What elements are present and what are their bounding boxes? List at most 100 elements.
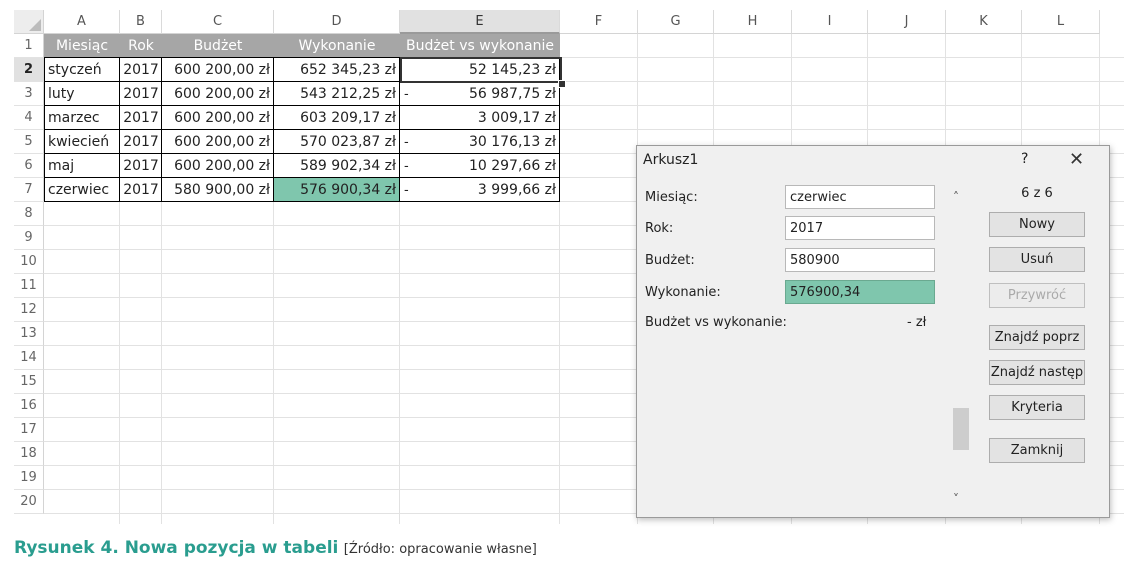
cell-e3[interactable]: - 56 987,75 zł <box>400 82 560 106</box>
cell-d3[interactable]: 543 212,25 zł <box>274 82 400 106</box>
row-header-19[interactable]: 19 <box>14 466 44 490</box>
cell-c4[interactable]: 600 200,00 zł <box>162 106 274 130</box>
calculated-field-value: - zł <box>907 315 927 330</box>
row-header-7[interactable]: 7 <box>14 178 44 202</box>
row-header-10[interactable]: 10 <box>14 250 44 274</box>
row-header-3[interactable]: 3 <box>14 82 44 106</box>
field-label-budzet: Budżet: <box>645 253 695 268</box>
table-border <box>44 57 45 202</box>
negative-sign: - <box>404 182 409 198</box>
delete-button[interactable]: Usuń <box>989 247 1085 272</box>
field-input-wykonanie[interactable]: 576900,34 <box>785 280 935 304</box>
table-border <box>44 201 560 202</box>
cell-c1[interactable]: Budżet <box>162 34 274 58</box>
dialog-title: Arkusz1 <box>643 152 699 168</box>
cell-d6[interactable]: 589 902,34 zł <box>274 154 400 178</box>
cell-a4[interactable]: marzec <box>44 106 120 130</box>
column-header-h[interactable]: H <box>714 10 792 34</box>
cell-a2[interactable]: styczeń <box>44 58 120 82</box>
cell-d5[interactable]: 570 023,87 zł <box>274 130 400 154</box>
help-icon[interactable]: ? <box>1021 151 1028 167</box>
cell-e4-value: 3 009,17 zł <box>477 110 556 126</box>
column-header-a[interactable]: A <box>44 10 120 34</box>
cell-c3[interactable]: 600 200,00 zł <box>162 82 274 106</box>
caption-source: [Źródło: opracowanie własne] <box>343 542 537 557</box>
fill-handle[interactable] <box>558 80 566 88</box>
cell-b7[interactable]: 2017 <box>120 178 162 202</box>
cell-d1[interactable]: Wykonanie <box>274 34 400 58</box>
cell-c7[interactable]: 580 900,00 zł <box>162 178 274 202</box>
row-header-13[interactable]: 13 <box>14 322 44 346</box>
row-header-1[interactable]: 1 <box>14 34 44 58</box>
cell-e7[interactable]: - 3 999,66 zł <box>400 178 560 202</box>
cell-d2[interactable]: 652 345,23 zł <box>274 58 400 82</box>
cell-e4[interactable]: 3 009,17 zł <box>400 106 560 130</box>
row-header-8[interactable]: 8 <box>14 202 44 226</box>
field-label-rok: Rok: <box>645 221 674 236</box>
field-input-miesiac[interactable]: czerwiec <box>785 185 935 209</box>
cell-b4[interactable]: 2017 <box>120 106 162 130</box>
row-header-16[interactable]: 16 <box>14 394 44 418</box>
scrollbar-thumb[interactable] <box>953 408 969 450</box>
cell-a6[interactable]: maj <box>44 154 120 178</box>
restore-button[interactable]: Przywróć <box>989 283 1085 308</box>
row-header-9[interactable]: 9 <box>14 226 44 250</box>
caption-title: Rysunek 4. Nowa pozycja w tabeli <box>14 538 339 558</box>
cell-e3-value: 56 987,75 zł <box>468 86 556 102</box>
figure-caption: Rysunek 4. Nowa pozycja w tabeli [Źródło… <box>14 538 537 558</box>
cell-a5[interactable]: kwiecień <box>44 130 120 154</box>
cell-c6[interactable]: 600 200,00 zł <box>162 154 274 178</box>
cell-b1[interactable]: Rok <box>120 34 162 58</box>
select-all-button[interactable] <box>14 10 44 34</box>
cell-c5[interactable]: 600 200,00 zł <box>162 130 274 154</box>
row-header-20[interactable]: 20 <box>14 490 44 514</box>
row-header-11[interactable]: 11 <box>14 274 44 298</box>
column-header-g[interactable]: G <box>638 10 714 34</box>
calculated-field-label: Budżet vs wykonanie: <box>645 315 787 330</box>
row-header-14[interactable]: 14 <box>14 346 44 370</box>
column-header-e[interactable]: E <box>400 10 560 34</box>
row-header-17[interactable]: 17 <box>14 418 44 442</box>
field-input-rok[interactable]: 2017 <box>785 216 935 240</box>
cell-a3[interactable]: luty <box>44 82 120 106</box>
close-button[interactable]: Zamknij <box>989 438 1085 463</box>
cell-b2[interactable]: 2017 <box>120 58 162 82</box>
criteria-button[interactable]: Kryteria <box>989 395 1085 420</box>
row-header-4[interactable]: 4 <box>14 106 44 130</box>
column-header-l[interactable]: L <box>1022 10 1100 34</box>
cell-e6[interactable]: - 10 297,66 zł <box>400 154 560 178</box>
row-header-12[interactable]: 12 <box>14 298 44 322</box>
cell-d4[interactable]: 603 209,17 zł <box>274 106 400 130</box>
cell-e1[interactable]: Budżet vs wykonanie <box>400 34 560 58</box>
scroll-up-icon[interactable]: ˄ <box>953 190 959 204</box>
column-header-i[interactable]: I <box>792 10 868 34</box>
cell-a7[interactable]: czerwiec <box>44 178 120 202</box>
column-header-f[interactable]: F <box>560 10 638 34</box>
find-next-button[interactable]: Znajdź następ <box>989 360 1085 385</box>
column-header-d[interactable]: D <box>274 10 400 34</box>
cell-a1[interactable]: Miesiąc <box>44 34 120 58</box>
row-header-2[interactable]: 2 <box>14 58 44 82</box>
field-label-miesiac: Miesiąc: <box>645 190 698 205</box>
cell-e5[interactable]: - 30 176,13 zł <box>400 130 560 154</box>
row-header-18[interactable]: 18 <box>14 442 44 466</box>
record-scrollbar[interactable] <box>950 186 972 511</box>
close-icon[interactable]: ✕ <box>1069 149 1084 170</box>
scroll-down-icon[interactable]: ˅ <box>953 492 959 506</box>
cell-b3[interactable]: 2017 <box>120 82 162 106</box>
row-header-15[interactable]: 15 <box>14 370 44 394</box>
column-header-k[interactable]: K <box>946 10 1022 34</box>
column-header-c[interactable]: C <box>162 10 274 34</box>
row-header-6[interactable]: 6 <box>14 154 44 178</box>
row-header-5[interactable]: 5 <box>14 130 44 154</box>
cell-b5[interactable]: 2017 <box>120 130 162 154</box>
find-prev-button[interactable]: Znajdź poprz <box>989 325 1085 350</box>
cell-d7[interactable]: 576 900,34 zł <box>274 178 400 202</box>
column-header-b[interactable]: B <box>120 10 162 34</box>
column-header-j[interactable]: J <box>868 10 946 34</box>
record-counter: 6 z 6 <box>1021 186 1053 201</box>
cell-c2[interactable]: 600 200,00 zł <box>162 58 274 82</box>
field-input-budzet[interactable]: 580900 <box>785 248 935 272</box>
cell-b6[interactable]: 2017 <box>120 154 162 178</box>
new-button[interactable]: Nowy <box>989 212 1085 237</box>
